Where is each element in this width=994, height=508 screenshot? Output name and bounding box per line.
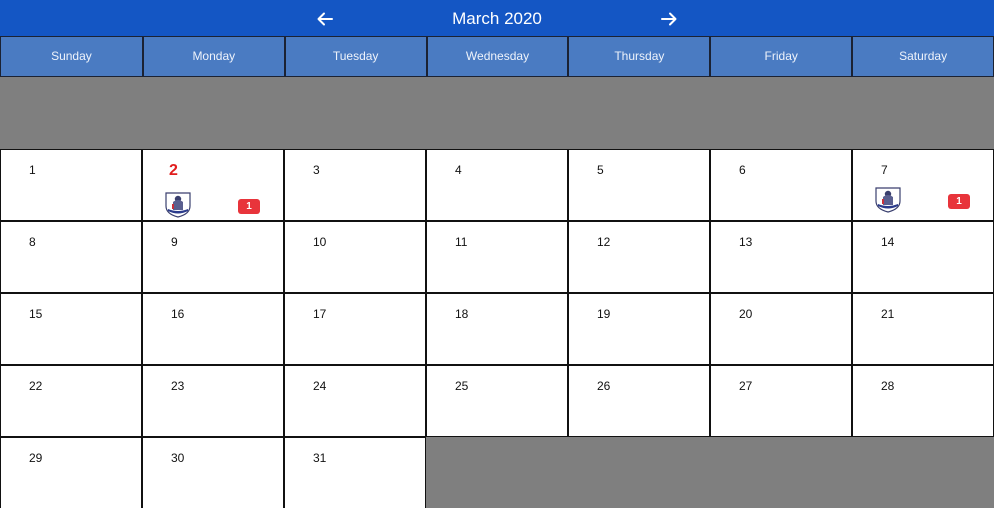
day-number: 4 <box>455 163 462 177</box>
day-cell[interactable]: 7 1 <box>852 149 994 221</box>
day-cell[interactable]: 21 <box>852 293 994 365</box>
day-number: 30 <box>171 451 185 465</box>
calendar-grid: 1 2 1 3 4 5 6 7 1 8 9 10 11 12 13 14 15 … <box>0 149 994 508</box>
day-number: 17 <box>313 307 327 321</box>
weekday-friday: Friday <box>710 36 853 77</box>
day-cell[interactable]: 20 <box>710 293 852 365</box>
day-number: 14 <box>881 235 895 249</box>
weekday-saturday: Saturday <box>852 36 994 77</box>
day-number: 26 <box>597 379 611 393</box>
weekday-header-row: Sunday Monday Tuesday Wednesday Thursday… <box>0 36 994 77</box>
day-cell[interactable]: 31 <box>284 437 426 508</box>
day-cell[interactable]: 25 <box>426 365 568 437</box>
day-number: 22 <box>29 379 43 393</box>
day-cell[interactable]: 29 <box>0 437 142 508</box>
day-cell[interactable]: 4 <box>426 149 568 221</box>
day-number: 12 <box>597 235 611 249</box>
day-number: 31 <box>313 451 327 465</box>
day-cell[interactable]: 9 <box>142 221 284 293</box>
day-cell[interactable]: 12 <box>568 221 710 293</box>
day-cell[interactable]: 27 <box>710 365 852 437</box>
day-number: 28 <box>881 379 895 393</box>
prev-month-button[interactable] <box>312 6 338 32</box>
day-cell[interactable]: 30 <box>142 437 284 508</box>
day-number-today: 2 <box>169 162 178 179</box>
day-number: 15 <box>29 307 43 321</box>
event-count-badge[interactable]: 1 <box>238 199 260 214</box>
day-cell[interactable]: 2 1 <box>142 149 284 221</box>
weekday-wednesday: Wednesday <box>426 36 569 77</box>
weekday-thursday: Thursday <box>568 36 711 77</box>
weekday-sunday: Sunday <box>0 36 143 77</box>
day-number: 23 <box>171 379 185 393</box>
day-number: 3 <box>313 163 320 177</box>
day-number: 7 <box>881 163 888 177</box>
day-cell[interactable]: 11 <box>426 221 568 293</box>
day-cell[interactable]: 14 <box>852 221 994 293</box>
arrow-right-icon <box>661 12 677 26</box>
day-number: 9 <box>171 235 178 249</box>
day-cell[interactable]: 10 <box>284 221 426 293</box>
day-number: 10 <box>313 235 327 249</box>
day-number: 27 <box>739 379 753 393</box>
day-number: 21 <box>881 307 895 321</box>
day-cell[interactable]: 8 <box>0 221 142 293</box>
day-number: 11 <box>455 235 468 249</box>
day-number: 1 <box>29 163 36 177</box>
day-cell[interactable]: 17 <box>284 293 426 365</box>
day-cell[interactable]: 23 <box>142 365 284 437</box>
day-number: 5 <box>597 163 604 177</box>
day-cell[interactable]: 24 <box>284 365 426 437</box>
day-number: 6 <box>739 163 746 177</box>
next-month-button[interactable] <box>656 6 682 32</box>
calendar-header: March 2020 <box>0 0 994 36</box>
day-cell[interactable]: 5 <box>568 149 710 221</box>
day-number: 20 <box>739 307 753 321</box>
day-cell[interactable]: 28 <box>852 365 994 437</box>
day-number: 13 <box>739 235 753 249</box>
day-cell[interactable]: 15 <box>0 293 142 365</box>
day-cell[interactable]: 3 <box>284 149 426 221</box>
month-title: March 2020 <box>452 9 542 28</box>
day-number: 25 <box>455 379 469 393</box>
day-cell[interactable]: 1 <box>0 149 142 221</box>
day-cell[interactable]: 22 <box>0 365 142 437</box>
weekday-tuesday: Tuesday <box>284 36 427 77</box>
premier-league-logo-icon <box>875 187 901 213</box>
day-number: 19 <box>597 307 611 321</box>
event-count-badge[interactable]: 1 <box>948 194 970 209</box>
day-cell[interactable]: 19 <box>568 293 710 365</box>
day-number: 18 <box>455 307 469 321</box>
day-cell[interactable]: 13 <box>710 221 852 293</box>
premier-league-logo-icon <box>165 192 191 218</box>
day-cell[interactable]: 16 <box>142 293 284 365</box>
day-number: 29 <box>29 451 43 465</box>
day-cell[interactable]: 6 <box>710 149 852 221</box>
day-cell[interactable]: 26 <box>568 365 710 437</box>
day-cell[interactable]: 18 <box>426 293 568 365</box>
day-number: 16 <box>171 307 185 321</box>
day-number: 8 <box>29 235 36 249</box>
arrow-left-icon <box>317 12 333 26</box>
day-number: 24 <box>313 379 327 393</box>
weekday-monday: Monday <box>142 36 285 77</box>
